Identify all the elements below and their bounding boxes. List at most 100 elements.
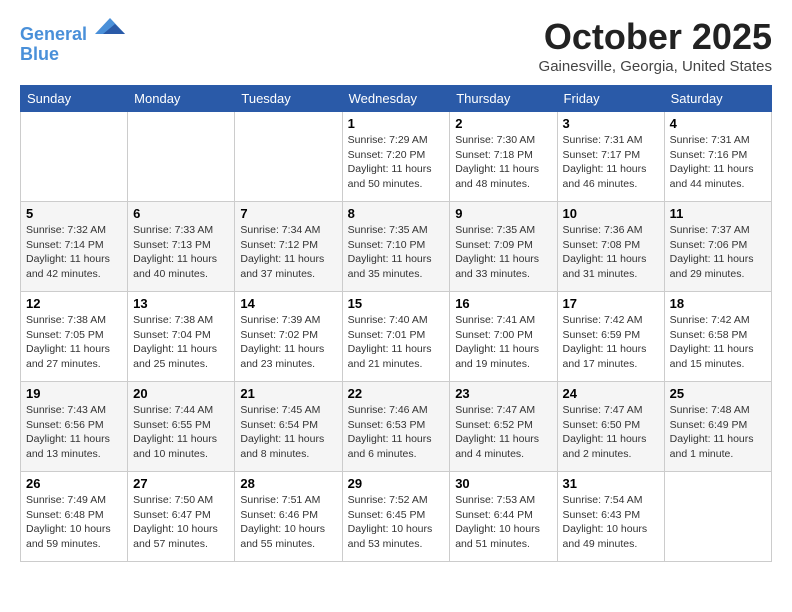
day-number: 8 (348, 206, 445, 221)
calendar-cell: 19 Sunrise: 7:43 AMSunset: 6:56 PMDayligh… (21, 382, 128, 472)
day-info: Sunrise: 7:36 AMSunset: 7:08 PMDaylight:… (563, 223, 659, 282)
col-monday: Monday (128, 86, 235, 112)
calendar-cell: 3Sunrise: 7:31 AMSunset: 7:17 PMDaylight… (557, 112, 664, 202)
calendar-cell: 26Sunrise: 7:49 AMSunset: 6:48 PMDayligh… (21, 472, 128, 562)
month-title: October 2025 (539, 16, 772, 58)
calendar-week-row: 26Sunrise: 7:49 AMSunset: 6:48 PMDayligh… (21, 472, 772, 562)
location: Gainesville, Georgia, United States (539, 58, 772, 75)
calendar-cell: 17 Sunrise: 7:42 AMSunset: 6:59 PMDayligh… (557, 292, 664, 382)
day-info: Sunrise: 7:35 AMSunset: 7:09 PMDaylight:… (455, 223, 551, 282)
calendar-cell (128, 112, 235, 202)
logo-text-blue: Blue (20, 45, 125, 65)
day-number: 1 (348, 116, 445, 131)
day-number: 17 (563, 296, 659, 311)
calendar-cell: 10Sunrise: 7:36 AMSunset: 7:08 PMDayligh… (557, 202, 664, 292)
day-number: 15 (348, 296, 445, 311)
header: General Blue October 2025 Gainesvi (20, 16, 772, 75)
day-number: 31 (563, 476, 659, 491)
day-info: Sunrise: 7:35 AMSunset: 7:10 PMDaylight:… (348, 223, 445, 282)
day-info: Sunrise: 7:52 AMSunset: 6:45 PMDaylight:… (348, 493, 445, 552)
day-number: 5 (26, 206, 122, 221)
day-info: Sunrise: 7:49 AMSunset: 6:48 PMDaylight:… (26, 493, 122, 552)
day-info: Sunrise: 7:38 AMSunset: 7:05 PMDaylight:… (26, 313, 122, 372)
calendar-cell: 30 Sunrise: 7:53 AMSunset: 6:44 PMDayligh… (450, 472, 557, 562)
calendar-cell: 27 Sunrise: 7:50 AMSunset: 6:47 PMDayligh… (128, 472, 235, 562)
day-info: Sunrise: 7:34 AMSunset: 7:12 PMDaylight:… (240, 223, 336, 282)
col-friday: Friday (557, 86, 664, 112)
calendar-cell (235, 112, 342, 202)
day-info: Sunrise: 7:54 AMSunset: 6:43 PMDaylight:… (563, 493, 659, 552)
day-number: 4 (670, 116, 766, 131)
calendar-cell: 1 Sunrise: 7:29 AMSunset: 7:20 PMDaylight… (342, 112, 450, 202)
day-number: 24 (563, 386, 659, 401)
calendar-cell: 31 Sunrise: 7:54 AMSunset: 6:43 PMDayligh… (557, 472, 664, 562)
calendar-cell: 11Sunrise: 7:37 AMSunset: 7:06 PMDayligh… (664, 202, 771, 292)
col-tuesday: Tuesday (235, 86, 342, 112)
day-info: Sunrise: 7:30 AMSunset: 7:18 PMDaylight:… (455, 133, 551, 192)
day-number: 11 (670, 206, 766, 221)
calendar-cell: 7 Sunrise: 7:34 AMSunset: 7:12 PMDaylight… (235, 202, 342, 292)
day-info: Sunrise: 7:42 AMSunset: 6:59 PMDaylight:… (563, 313, 659, 372)
calendar: Sunday Monday Tuesday Wednesday Thursday… (20, 85, 772, 562)
day-number: 3 (563, 116, 659, 131)
calendar-cell: 9 Sunrise: 7:35 AMSunset: 7:09 PMDaylight… (450, 202, 557, 292)
day-number: 23 (455, 386, 551, 401)
day-info: Sunrise: 7:40 AMSunset: 7:01 PMDaylight:… (348, 313, 445, 372)
day-number: 28 (240, 476, 336, 491)
day-number: 13 (133, 296, 229, 311)
calendar-cell: 24Sunrise: 7:47 AMSunset: 6:50 PMDayligh… (557, 382, 664, 472)
day-number: 9 (455, 206, 551, 221)
day-info: Sunrise: 7:45 AMSunset: 6:54 PMDaylight:… (240, 403, 336, 462)
day-info: Sunrise: 7:31 AMSunset: 7:16 PMDaylight:… (670, 133, 766, 192)
calendar-week-row: 19 Sunrise: 7:43 AMSunset: 6:56 PMDayligh… (21, 382, 772, 472)
day-info: Sunrise: 7:48 AMSunset: 6:49 PMDaylight:… (670, 403, 766, 462)
calendar-header-row: Sunday Monday Tuesday Wednesday Thursday… (21, 86, 772, 112)
day-info: Sunrise: 7:46 AMSunset: 6:53 PMDaylight:… (348, 403, 445, 462)
day-number: 14 (240, 296, 336, 311)
calendar-cell: 25 Sunrise: 7:48 AMSunset: 6:49 PMDayligh… (664, 382, 771, 472)
calendar-cell: 16Sunrise: 7:41 AMSunset: 7:00 PMDayligh… (450, 292, 557, 382)
day-info: Sunrise: 7:50 AMSunset: 6:47 PMDaylight:… (133, 493, 229, 552)
day-info: Sunrise: 7:39 AMSunset: 7:02 PMDaylight:… (240, 313, 336, 372)
calendar-week-row: 5Sunrise: 7:32 AMSunset: 7:14 PMDaylight… (21, 202, 772, 292)
day-info: Sunrise: 7:47 AMSunset: 6:52 PMDaylight:… (455, 403, 551, 462)
col-thursday: Thursday (450, 86, 557, 112)
logo: General Blue (20, 16, 125, 65)
day-number: 7 (240, 206, 336, 221)
day-number: 12 (26, 296, 122, 311)
day-info: Sunrise: 7:43 AMSunset: 6:56 PMDaylight:… (26, 403, 122, 462)
day-number: 27 (133, 476, 229, 491)
logo-text: General (20, 16, 125, 45)
day-info: Sunrise: 7:38 AMSunset: 7:04 PMDaylight:… (133, 313, 229, 372)
calendar-cell: 12 Sunrise: 7:38 AMSunset: 7:05 PMDayligh… (21, 292, 128, 382)
calendar-cell: 14 Sunrise: 7:39 AMSunset: 7:02 PMDayligh… (235, 292, 342, 382)
day-number: 19 (26, 386, 122, 401)
calendar-cell: 2 Sunrise: 7:30 AMSunset: 7:18 PMDaylight… (450, 112, 557, 202)
day-info: Sunrise: 7:42 AMSunset: 6:58 PMDaylight:… (670, 313, 766, 372)
col-wednesday: Wednesday (342, 86, 450, 112)
day-info: Sunrise: 7:51 AMSunset: 6:46 PMDaylight:… (240, 493, 336, 552)
calendar-cell: 22 Sunrise: 7:46 AMSunset: 6:53 PMDayligh… (342, 382, 450, 472)
day-number: 25 (670, 386, 766, 401)
calendar-cell: 20Sunrise: 7:44 AMSunset: 6:55 PMDayligh… (128, 382, 235, 472)
calendar-cell: 5Sunrise: 7:32 AMSunset: 7:14 PMDaylight… (21, 202, 128, 292)
day-info: Sunrise: 7:29 AMSunset: 7:20 PMDaylight:… (348, 133, 445, 192)
col-sunday: Sunday (21, 86, 128, 112)
calendar-week-row: 12 Sunrise: 7:38 AMSunset: 7:05 PMDayligh… (21, 292, 772, 382)
calendar-cell: 21Sunrise: 7:45 AMSunset: 6:54 PMDayligh… (235, 382, 342, 472)
day-number: 6 (133, 206, 229, 221)
calendar-cell: 15 Sunrise: 7:40 AMSunset: 7:01 PMDayligh… (342, 292, 450, 382)
calendar-cell (664, 472, 771, 562)
calendar-cell: 6Sunrise: 7:33 AMSunset: 7:13 PMDaylight… (128, 202, 235, 292)
day-number: 29 (348, 476, 445, 491)
day-number: 20 (133, 386, 229, 401)
calendar-cell: 8 Sunrise: 7:35 AMSunset: 7:10 PMDaylight… (342, 202, 450, 292)
day-number: 2 (455, 116, 551, 131)
page-container: General Blue October 2025 Gainesvi (0, 0, 792, 578)
calendar-cell: 18Sunrise: 7:42 AMSunset: 6:58 PMDayligh… (664, 292, 771, 382)
logo-icon (95, 16, 125, 40)
day-number: 16 (455, 296, 551, 311)
day-number: 22 (348, 386, 445, 401)
day-number: 30 (455, 476, 551, 491)
day-info: Sunrise: 7:53 AMSunset: 6:44 PMDaylight:… (455, 493, 551, 552)
